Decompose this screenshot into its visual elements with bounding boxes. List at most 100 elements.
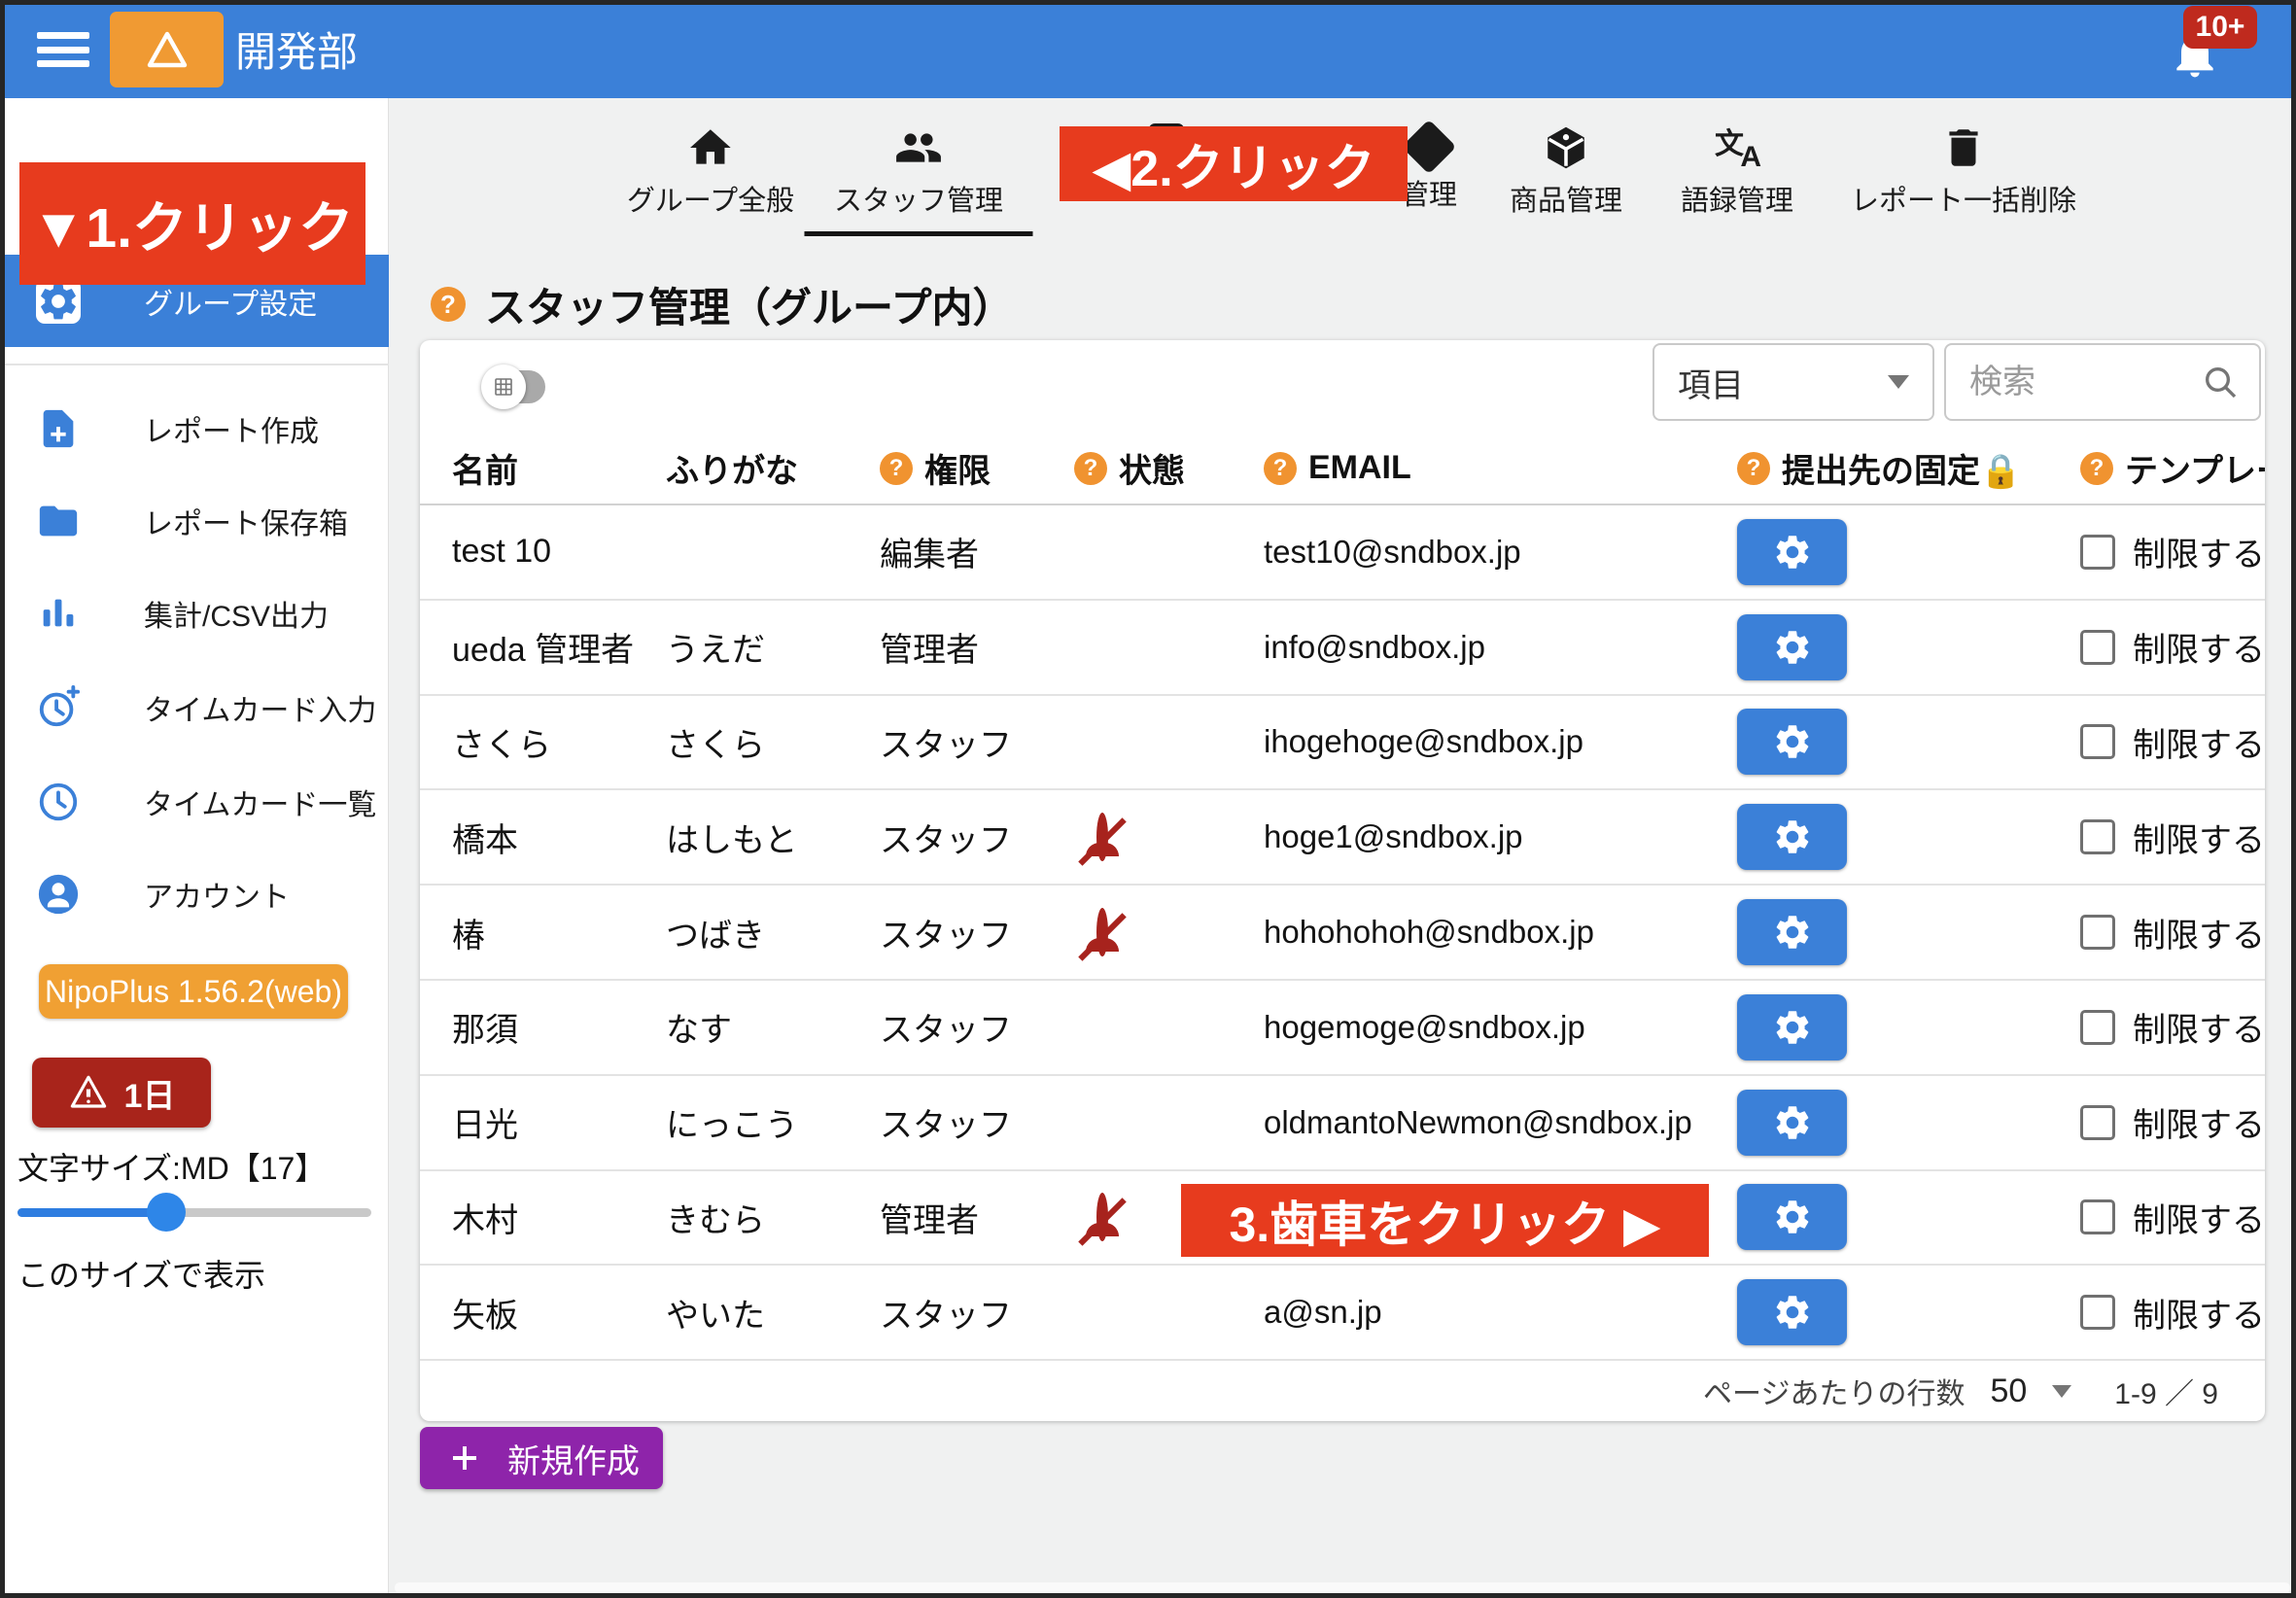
menu-icon[interactable] bbox=[37, 32, 89, 67]
page-title-row: ? スタッフ管理（グループ内） bbox=[431, 277, 1013, 331]
row-settings-button[interactable] bbox=[1737, 1090, 1847, 1156]
restrict-label: 制限する bbox=[2133, 623, 2265, 671]
help-icon[interactable]: ? bbox=[880, 452, 913, 485]
restrict-checkbox[interactable] bbox=[2080, 724, 2115, 759]
cell-name: ueda 管理者 bbox=[452, 623, 666, 671]
cell-furigana: やいた bbox=[666, 1289, 880, 1337]
row-settings-button[interactable] bbox=[1737, 709, 1847, 775]
search-icon[interactable] bbox=[2201, 363, 2240, 401]
grid-icon bbox=[492, 375, 515, 399]
restrict-label: 制限する bbox=[2133, 814, 2265, 861]
annotation-step1: ▼1.クリック bbox=[19, 162, 365, 285]
sidebar-item-create-report[interactable]: レポート作成 bbox=[0, 382, 389, 474]
row-settings-button[interactable] bbox=[1737, 899, 1847, 965]
rows-per-page-value[interactable]: 50 bbox=[1990, 1372, 2027, 1410]
top-app-bar: 開発部 10+ bbox=[0, 0, 2296, 98]
notification-badge: 10+ bbox=[2183, 6, 2257, 49]
column-header-furigana: ふりがな bbox=[666, 444, 880, 492]
people-icon bbox=[894, 123, 943, 172]
table-row: 那須 なす スタッフ hogemoge@sndbox.jp 制限する bbox=[420, 981, 2265, 1076]
field-select[interactable]: 項目 bbox=[1652, 343, 1934, 421]
tab-staff-management[interactable]: スタッフ管理 bbox=[834, 98, 1003, 249]
tab-bar: グループ全般 スタッフ管理 管理 商品管理 語録管理 bbox=[389, 98, 2296, 249]
horizontal-scrollbar[interactable] bbox=[395, 1582, 2290, 1593]
sidebar-item-label: タイムカード入力 bbox=[144, 686, 376, 729]
page-title: スタッフ管理（グループ内） bbox=[485, 275, 1013, 334]
slider-thumb[interactable] bbox=[147, 1193, 186, 1232]
sidebar-item-timecard-list[interactable]: タイムカード一覧 bbox=[0, 755, 389, 848]
tab-group-general[interactable]: グループ全般 bbox=[627, 98, 794, 249]
cell-email: oldmantoNewmon@sndbox.jp bbox=[1264, 1104, 1737, 1141]
search-box bbox=[1944, 343, 2261, 421]
cell-name: 橋本 bbox=[452, 814, 666, 861]
table-view-toggle[interactable] bbox=[481, 367, 547, 406]
restrict-checkbox[interactable] bbox=[2080, 1105, 2115, 1140]
tab-bulk-delete-reports[interactable]: レポート一括削除 bbox=[1851, 98, 2076, 249]
help-icon[interactable]: ? bbox=[2080, 452, 2113, 485]
bar-chart-icon bbox=[35, 590, 82, 637]
row-settings-button[interactable] bbox=[1737, 614, 1847, 680]
cell-role: スタッフ bbox=[880, 1098, 1074, 1146]
restrict-checkbox[interactable] bbox=[2080, 630, 2115, 665]
status-blocked-icon bbox=[1096, 813, 1108, 861]
restrict-checkbox[interactable] bbox=[2080, 1295, 2115, 1330]
plus-icon bbox=[447, 1441, 482, 1476]
help-icon[interactable]: ? bbox=[431, 287, 466, 322]
cell-furigana: さくら bbox=[666, 718, 880, 766]
row-settings-button[interactable] bbox=[1737, 1184, 1847, 1250]
box-icon bbox=[1542, 123, 1590, 172]
cell-email: hoge1@sndbox.jp bbox=[1264, 818, 1737, 855]
app-logo[interactable] bbox=[110, 12, 224, 87]
sidebar-item-timecard-entry[interactable]: タイムカード入力 bbox=[0, 661, 389, 753]
restrict-checkbox[interactable] bbox=[2080, 1010, 2115, 1045]
cell-furigana: はしもと bbox=[666, 814, 880, 861]
sidebar-item-account[interactable]: アカウント bbox=[0, 848, 389, 940]
column-header-template: ?テンプレー bbox=[2080, 444, 2265, 492]
status-blocked-icon bbox=[1096, 908, 1108, 956]
help-icon[interactable]: ? bbox=[1737, 452, 1770, 485]
column-header-status: ?状態 bbox=[1074, 444, 1264, 492]
group-title: 開発部 bbox=[235, 0, 358, 98]
cell-role: スタッフ bbox=[880, 909, 1074, 956]
restrict-label: 制限する bbox=[2133, 528, 2265, 575]
create-new-button[interactable]: 新規作成 bbox=[420, 1427, 663, 1489]
caret-down-icon[interactable] bbox=[2052, 1385, 2071, 1398]
cell-name: 日光 bbox=[452, 1098, 666, 1146]
table-row: さくら さくら スタッフ ihogehoge@sndbox.jp 制限する bbox=[420, 696, 2265, 791]
restrict-label: 制限する bbox=[2133, 1289, 2265, 1337]
display-size-label: このサイズで表示 bbox=[17, 1251, 265, 1296]
help-icon[interactable]: ? bbox=[1074, 452, 1107, 485]
sidebar-divider bbox=[0, 364, 389, 365]
restrict-checkbox[interactable] bbox=[2080, 535, 2115, 570]
folder-icon bbox=[35, 498, 82, 544]
cell-furigana: にっこう bbox=[666, 1098, 880, 1146]
search-input[interactable] bbox=[1969, 364, 2201, 401]
note-add-icon bbox=[35, 405, 82, 452]
restrict-label: 制限する bbox=[2133, 1003, 2265, 1051]
tab-covered-2[interactable]: 管理 bbox=[1401, 98, 1457, 249]
font-size-slider[interactable] bbox=[17, 1191, 371, 1233]
notifications-button[interactable]: 10+ bbox=[2142, 0, 2249, 98]
sidebar-item-csv-export[interactable]: 集計/CSV出力 bbox=[0, 567, 389, 659]
help-icon[interactable]: ? bbox=[1264, 452, 1297, 485]
restrict-checkbox[interactable] bbox=[2080, 819, 2115, 854]
clock-icon bbox=[35, 779, 82, 825]
row-settings-button[interactable] bbox=[1737, 1279, 1847, 1345]
row-settings-button[interactable] bbox=[1737, 994, 1847, 1060]
alert-button[interactable]: 1日 bbox=[32, 1058, 211, 1128]
sidebar-item-report-box[interactable]: レポート保存箱 bbox=[0, 474, 389, 567]
restrict-checkbox[interactable] bbox=[2080, 1199, 2115, 1234]
restrict-label: 制限する bbox=[2133, 909, 2265, 956]
cell-role: 管理者 bbox=[880, 623, 1074, 671]
font-size-label: 文字サイズ:MD【17】 bbox=[17, 1144, 326, 1189]
restrict-checkbox[interactable] bbox=[2080, 915, 2115, 950]
row-settings-button[interactable] bbox=[1737, 804, 1847, 870]
translate-icon bbox=[1713, 123, 1761, 172]
rows-per-page-label: ページあたりの行数 bbox=[1703, 1370, 1965, 1412]
cell-email: a@sn.jp bbox=[1264, 1294, 1737, 1331]
tab-glossary-management[interactable]: 語録管理 bbox=[1681, 98, 1793, 249]
cell-role: 管理者 bbox=[880, 1194, 1074, 1241]
cell-name: 矢板 bbox=[452, 1289, 666, 1337]
tab-product-management[interactable]: 商品管理 bbox=[1510, 98, 1622, 249]
row-settings-button[interactable] bbox=[1737, 519, 1847, 585]
